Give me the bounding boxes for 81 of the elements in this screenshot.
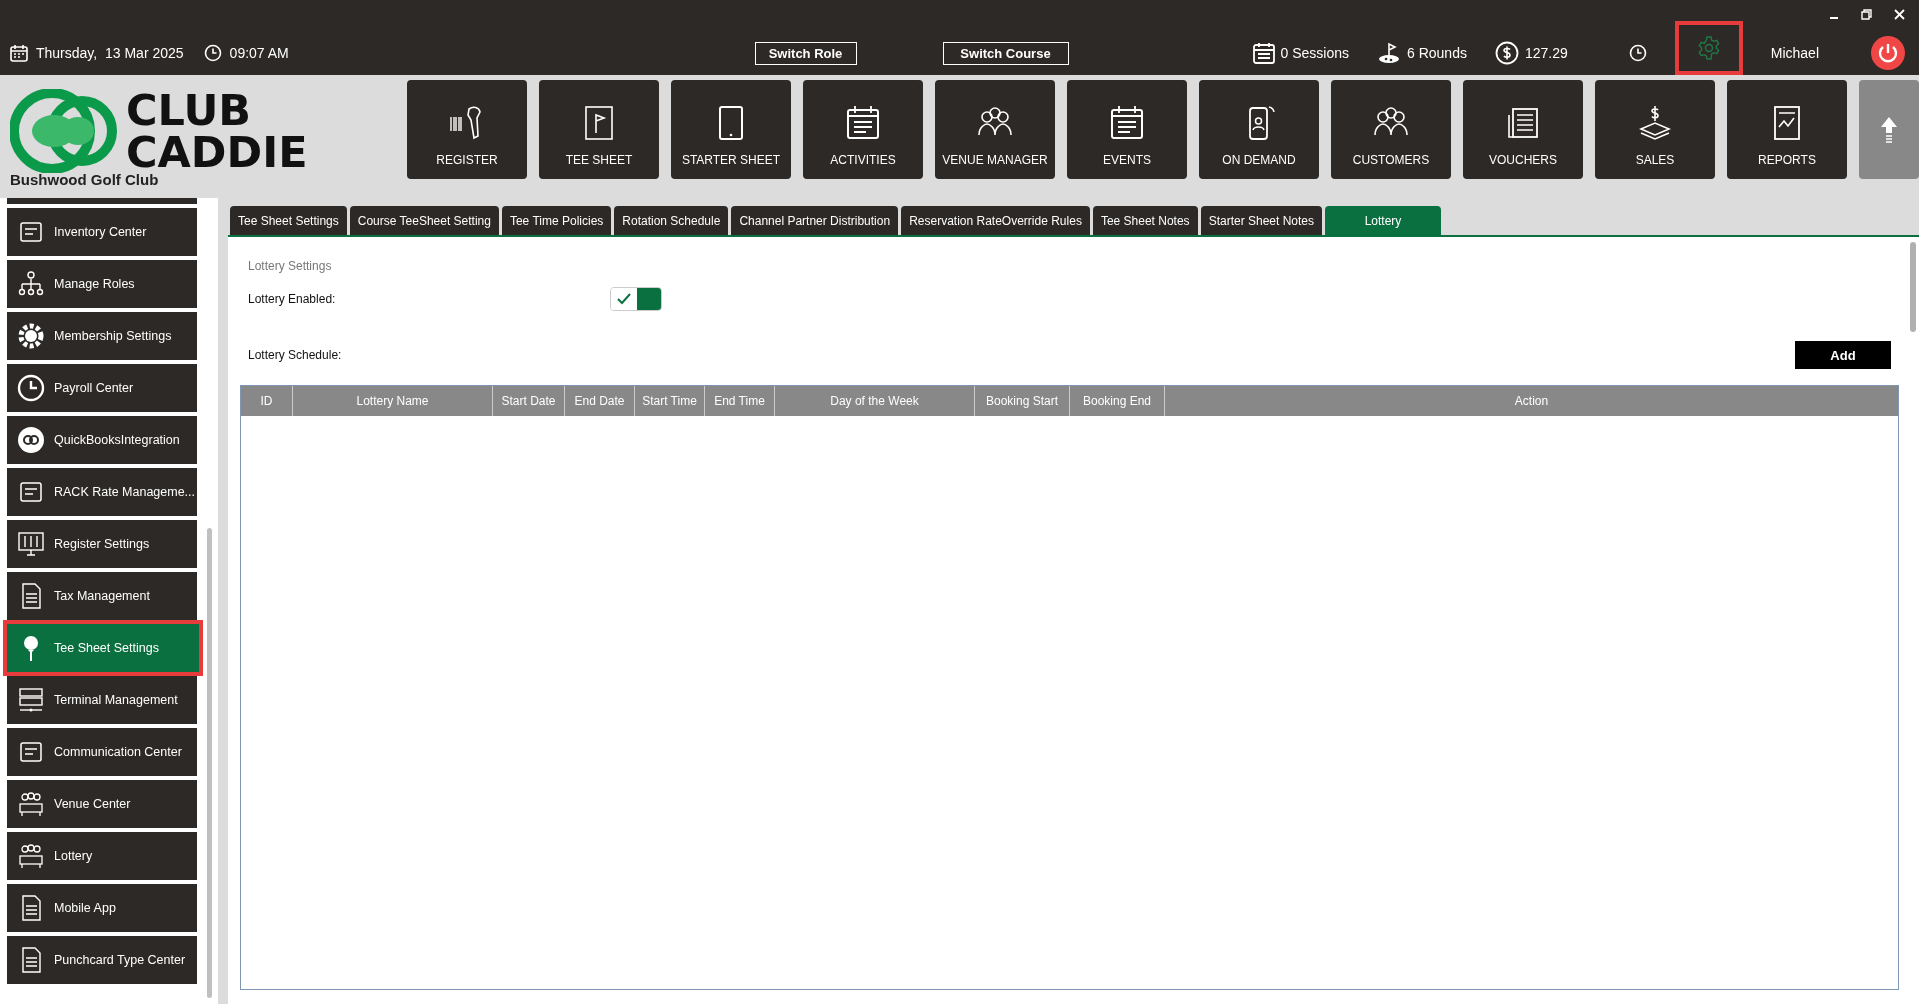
nav-button[interactable]: ON DEMAND — [1199, 80, 1319, 179]
sidebar-item[interactable]: Punchcard Type Center — [7, 936, 197, 984]
switch-role-button[interactable]: Switch Role — [754, 41, 857, 65]
nav-button[interactable]: TEE SHEET — [539, 80, 659, 179]
logo-line: CLUB — [126, 89, 253, 131]
switch-course-button[interactable]: Switch Course — [942, 41, 1069, 65]
balance-amount: 127.29 — [1524, 45, 1568, 61]
rounds-count: 6 Rounds — [1407, 45, 1467, 61]
history-clock-icon[interactable] — [1628, 44, 1647, 62]
nav-button[interactable]: ACTIVITIES — [803, 80, 923, 179]
nav-button[interactable]: SALES — [1595, 80, 1715, 179]
column-header: Start Time — [635, 386, 705, 416]
column-header: Day of the Week — [775, 386, 975, 416]
column-header: End Time — [705, 386, 775, 416]
add-button[interactable]: Add — [1795, 341, 1891, 369]
sidebar-item[interactable]: Manage Roles — [7, 260, 197, 308]
column-header: Booking Start — [975, 386, 1070, 416]
column-header: Action — [1513, 393, 1550, 410]
sidebar-item[interactable]: Lottery — [7, 832, 197, 880]
lottery-enabled-toggle[interactable] — [610, 287, 662, 311]
nav-button[interactable]: STARTER SHEET — [671, 80, 791, 179]
column-header: ID — [241, 386, 293, 416]
settings-button[interactable] — [1674, 21, 1743, 75]
logo-line: CADDIE — [126, 131, 308, 173]
scroll-up-button[interactable] — [1859, 80, 1919, 179]
sidebar-item[interactable]: Communication Center — [7, 728, 197, 776]
nav-button[interactable]: REPORTS — [1727, 80, 1847, 179]
clock-icon — [203, 44, 222, 62]
calendar-list-icon — [1252, 42, 1275, 64]
sidebar-item[interactable]: Terminal Management — [7, 676, 197, 724]
tab[interactable]: Rotation Schedule — [614, 206, 729, 235]
field-label: Lottery Enabled: — [248, 292, 337, 306]
nav-button[interactable]: EVENTS — [1067, 80, 1187, 179]
column-header: Booking End — [1070, 386, 1165, 416]
scrollbar[interactable] — [207, 528, 212, 998]
tab[interactable]: Course TeeSheet Setting — [349, 206, 499, 235]
nav-button[interactable]: CUSTOMERS — [1331, 80, 1451, 179]
tab[interactable]: Lottery — [1325, 206, 1441, 235]
sidebar-item[interactable]: QuickBooksIntegration — [7, 416, 197, 464]
tab[interactable]: Tee Sheet Notes — [1092, 206, 1198, 235]
date-text: Thursday, 13 Mar 2025 — [36, 45, 184, 61]
nav-button[interactable]: VENUE MANAGER — [935, 80, 1055, 179]
sidebar-item[interactable]: Membership Settings — [7, 312, 197, 360]
org-chart-icon — [17, 270, 45, 298]
nav-button[interactable]: VOUCHERS — [1463, 80, 1583, 179]
scrollbar[interactable] — [1910, 242, 1916, 332]
up-arrow-icon — [1880, 116, 1898, 143]
tab[interactable]: Tee Sheet Settings — [230, 206, 347, 235]
calendar-icon — [10, 44, 28, 62]
check-icon — [617, 293, 631, 305]
server-icon — [17, 686, 45, 714]
sidebar-item[interactable]: Tax Management — [7, 572, 197, 620]
field-label: Lottery Schedule: — [248, 348, 343, 362]
tab[interactable]: Channel Partner Distribution — [731, 206, 899, 235]
sidebar-item[interactable]: Inventory Center — [7, 208, 197, 256]
user-name: Michael — [1770, 45, 1819, 61]
tab[interactable]: Tee Time Policies — [501, 206, 612, 235]
dollar-icon — [1494, 41, 1519, 65]
sidebar-item[interactable]: Register Settings — [7, 520, 197, 568]
sidebar-item[interactable]: RACK Rate Manageme... — [7, 468, 197, 516]
monitor-sliders-icon — [17, 530, 45, 558]
column-header: Lottery Name — [293, 386, 493, 416]
sidebar-item[interactable]: Payroll Center — [7, 364, 197, 412]
qb-circle-icon — [17, 426, 45, 454]
golf-flag-icon — [1377, 42, 1401, 64]
column-header: Start Date — [493, 386, 565, 416]
time-text: 09:07 AM — [229, 45, 289, 61]
settings-icon — [1696, 36, 1721, 60]
tab[interactable]: Reservation RateOverride Rules — [901, 206, 1090, 235]
tab[interactable]: Starter Sheet Notes — [1200, 206, 1322, 235]
restore-icon[interactable] — [1861, 9, 1872, 20]
clock-icon — [17, 374, 45, 402]
column-header: End Date — [565, 386, 635, 416]
club-name: Bushwood Golf Club — [10, 171, 160, 188]
sessions-count: 0 Sessions — [1280, 45, 1349, 61]
sidebar-item[interactable]: Venue Center — [7, 780, 197, 828]
sidebar-item[interactable]: Mobile App — [7, 884, 197, 932]
nav-button[interactable]: REGISTER — [407, 80, 527, 179]
section-title: Lottery Settings — [247, 259, 333, 273]
close-icon[interactable] — [1894, 9, 1905, 20]
power-button-icon[interactable] — [1871, 36, 1905, 70]
